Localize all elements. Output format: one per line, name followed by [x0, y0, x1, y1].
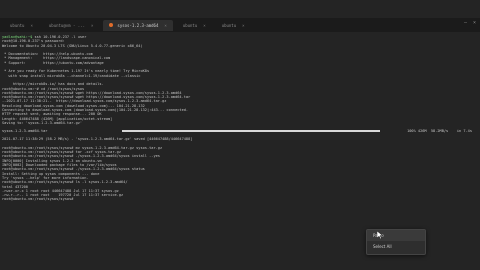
tab-1[interactable]: ubuntu@vm - ... × — [43, 20, 100, 31]
tab-label: ubuntu — [10, 22, 25, 28]
line-text: with snap install microk8s --channel=1.1… — [2, 73, 141, 78]
progress-percent: 100% — [407, 129, 416, 134]
menu-item-paste[interactable]: Paste — [367, 230, 425, 241]
progress-filename: sysos-1.2.3-amd64.tar — [2, 129, 48, 134]
line-text: root@ubuntu-vm:/root/sysos/sysos# — [2, 197, 76, 202]
context-menu: Paste Select All — [366, 229, 426, 255]
minimize-icon[interactable]: — — [464, 20, 467, 26]
tab-2[interactable]: sysos-1.2.3-amd64 × — [103, 19, 173, 31]
line-text: Welcome to Ubuntu 20.04.3 LTS (GNU/Linux… — [2, 43, 143, 48]
mouse-cursor-icon — [377, 231, 383, 239]
terminal-lines-bottom: 2021-07-17 11:38:29 (58.2 MB/s) - 'sysos… — [2, 137, 480, 201]
tab-4[interactable]: ubuntu × — [216, 20, 251, 31]
tab-bar: ubuntu × ubuntu@vm - ... × sysos-1.2.3-a… — [0, 18, 480, 32]
close-icon[interactable]: × — [164, 23, 166, 28]
line-text: * Support: https://ubuntu.com/advantage — [2, 60, 104, 65]
progress-bar — [122, 130, 380, 133]
tab-label: sysos-1.2.3-amd64 — [117, 22, 159, 28]
close-window-icon[interactable]: × — [473, 20, 476, 26]
tab-label: ubuntu — [182, 22, 198, 28]
tab-0[interactable]: ubuntu × — [4, 20, 39, 31]
terminal-line: root@ubuntu-vm:/root/sysos/sysos# — [2, 197, 480, 201]
close-icon[interactable]: × — [242, 23, 244, 28]
window-controls: — × — [464, 20, 476, 26]
line-text: 2021-07-17 11:38:29 (58.2 MB/s) - 'sysos… — [2, 137, 193, 142]
progress-fill — [122, 130, 380, 133]
tab-label: ubuntu — [221, 22, 237, 28]
progress-detail: 426M 58.2MB/s in 7.4s — [417, 129, 472, 134]
terminal-lines-top: yadlav@sahi:~$ ssh 10.196.0.237 -l user r… — [2, 35, 480, 125]
activity-icon — [109, 23, 114, 27]
close-icon[interactable]: × — [30, 23, 32, 28]
download-progress: sysos-1.2.3-amd64.tar 100% 426M 58.2MB/s… — [2, 129, 480, 134]
menu-item-select-all[interactable]: Select All — [367, 241, 425, 252]
close-icon[interactable]: × — [91, 23, 93, 28]
tab-label: ubuntu@vm - ... — [48, 22, 85, 28]
progress-stats: 100% 426M 58.2MB/s in 7.4s — [407, 129, 472, 133]
close-icon[interactable]: × — [203, 23, 205, 28]
terminal-window: ubuntu × ubuntu@vm - ... × sysos-1.2.3-a… — [0, 0, 480, 270]
terminal-line: Saving to: 'sysos-1.2.3-amd64.tar.gz' — [2, 121, 480, 125]
tab-3[interactable]: ubuntu × — [177, 20, 212, 31]
line-text: Saving to: 'sysos-1.2.3-amd64.tar.gz' — [2, 120, 83, 125]
